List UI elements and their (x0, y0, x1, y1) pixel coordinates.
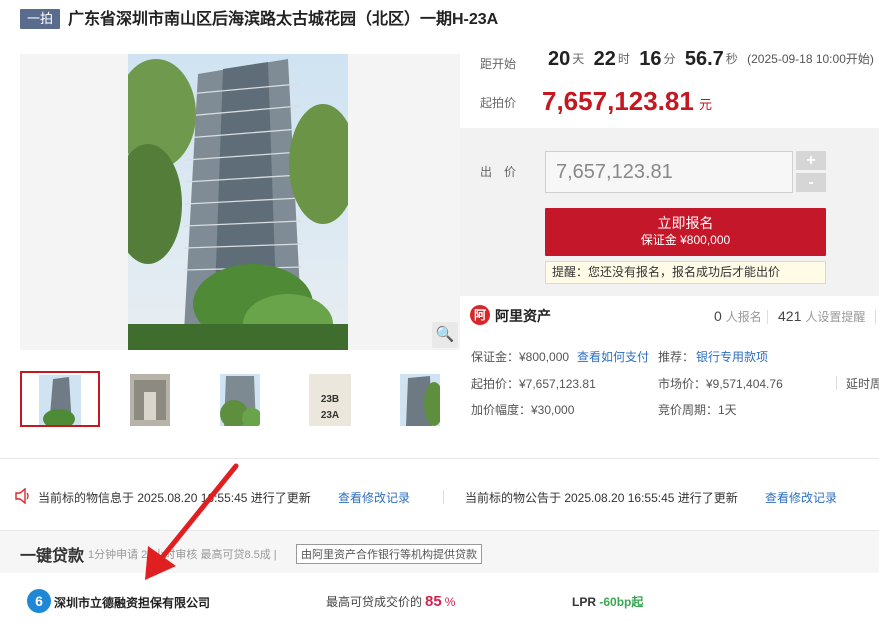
building-photo (128, 54, 348, 350)
loan-header: 一键贷款 1分钟申请 24小时审核 最高可贷8.5成 | 由阿里资产合作银行等机… (0, 531, 879, 573)
ratio-value: 85 (425, 593, 442, 610)
bid-cycle-info: 竞价周期：1天 (658, 403, 737, 417)
page-title: 广东省深圳市南山区后海滨路太古城花园（北区）一期H-23A (68, 11, 499, 28)
seconds-unit: 秒 (725, 52, 738, 66)
bid-input[interactable]: 7,657,123.81 (545, 151, 793, 193)
section-divider (0, 458, 879, 459)
loan-provider-note: 由阿里资产合作银行等机构提供贷款 (296, 544, 482, 564)
lpr-label: LPR (572, 595, 596, 609)
recommend-label: 推荐： (658, 350, 695, 364)
reminders-label: 人设置提醒 (805, 310, 866, 324)
notice-update-text: 当前标的物公告于 2025.08.20 16:55:45 进行了更新 (465, 491, 738, 505)
magnifier-icon[interactable]: 🔍 (432, 322, 458, 348)
thumbnail-3[interactable] (200, 371, 280, 427)
thumbnail-1[interactable] (20, 371, 100, 427)
market-price-info: 市场价：¥9,571,404.76 (658, 377, 783, 391)
loan-title: 一键贷款 (20, 548, 85, 565)
deposit-label: 保证金 ¥800,000 (640, 233, 731, 247)
divider (443, 490, 444, 504)
divider (836, 376, 837, 390)
item-update-text: 当前标的物信息于 2025.08.20 16:55:45 进行了更新 (38, 491, 311, 505)
loan-subtitle: 1分钟申请 24小时审核 最高可贷8.5成 | (88, 549, 277, 561)
currency-unit: 元 (699, 97, 713, 112)
decrease-bid-button[interactable]: - (796, 173, 826, 192)
speaker-icon (15, 488, 29, 504)
countdown-label: 距开始 (480, 57, 517, 71)
lender-name[interactable]: 深圳市立德融资担保有限公司 (54, 594, 210, 611)
info-panel: 阿 阿里资产 0 人报名 421 人设置提醒 保证金：¥800,000 查看如何支付… (460, 296, 879, 426)
round-tag: 一拍 (20, 9, 60, 29)
deposit-info: 保证金：¥800,000 (471, 350, 570, 364)
ratio-unit: % (444, 595, 456, 609)
update-notice-bar: 当前标的物信息于 2025.08.20 16:55:45 进行了更新 查看修改记… (0, 478, 879, 514)
thumbnail-4[interactable]: 23B 23A (290, 371, 370, 427)
countdown-minutes: 16 (639, 48, 662, 70)
start-time: (2025-09-18 10:00开始) (747, 52, 874, 66)
register-label: 立即报名 (657, 215, 714, 231)
minutes-unit: 分 (663, 52, 676, 66)
thumbnail-2[interactable] (110, 371, 190, 427)
divider (767, 310, 768, 324)
thumbnail-sign-23a: 23A (321, 410, 339, 421)
thumbnail-strip: 23B 23A (20, 371, 460, 427)
start-price-label: 起拍价 (480, 96, 517, 110)
reminder-count: 421 人设置提醒 (778, 308, 865, 325)
days-unit: 天 (572, 52, 585, 66)
title-bar: 一拍 广东省深圳市南山区后海滨路太古城花园（北区）一期H-23A (0, 0, 879, 40)
registrants-label: 人报名 (725, 310, 762, 324)
lpr-rate: LPR -60bp起 (572, 593, 643, 610)
platform-name: 阿里资产 (495, 308, 551, 324)
lpr-value: -60bp起 (599, 595, 644, 609)
register-tip: 提醒：您还没有报名，报名成功后才能出价 (545, 261, 826, 284)
increase-bid-button[interactable]: + (796, 151, 826, 170)
loan-section: 一键贷款 1分钟申请 24小时审核 最高可贷8.5成 | 由阿里资产合作银行等机… (0, 530, 879, 622)
thumbnail-5[interactable] (380, 371, 460, 427)
countdown-days: 20 (548, 48, 571, 70)
countdown-seconds: 56.7 (684, 48, 724, 70)
bid-label: 出 价 (480, 165, 517, 179)
register-button[interactable]: 立即报名 保证金 ¥800,000 (545, 208, 826, 256)
divider (875, 310, 876, 324)
reminders-number: 421 (778, 308, 802, 324)
main-photo[interactable]: 🔍 (20, 54, 460, 350)
item-history-link[interactable]: 查看修改记录 (338, 489, 410, 506)
increment-info: 加价幅度：¥30,000 (471, 403, 575, 417)
notice-history-link[interactable]: 查看修改记录 (765, 489, 837, 506)
countdown-hours: 22 (593, 48, 616, 70)
registrant-count: 0 人报名 (714, 308, 762, 325)
price-panel: 距开始 20 天 22 时 16 分 56.7 秒 (2025-09-18 10:00开… (460, 40, 879, 128)
bid-panel: 出 价 7,657,123.81 + - 立即报名 保证金 ¥800,000 提… (460, 128, 879, 296)
registrants-number: 0 (714, 308, 722, 324)
lender-logo-icon: 6 (27, 589, 51, 613)
how-to-pay-link[interactable]: 查看如何支付 (577, 348, 649, 365)
ratio-label: 最高可贷成交价的 (326, 595, 423, 609)
start-price-info: 起拍价：¥7,657,123.81 (471, 377, 596, 391)
thumbnail-sign-23b: 23B (321, 394, 339, 405)
loan-ratio: 最高可贷成交价的 85% (326, 593, 455, 610)
recommend-link[interactable]: 银行专用款项 (696, 348, 768, 365)
start-price: 7,657,123.81 (542, 86, 694, 116)
hours-unit: 时 (617, 52, 630, 66)
ali-asset-logo-icon: 阿 (470, 305, 490, 325)
countdown: 20 天 22 时 16 分 56.7 秒 (2025-09-18 10:00开始) (546, 48, 874, 71)
delay-cycle-info: 延时周 (846, 377, 879, 391)
